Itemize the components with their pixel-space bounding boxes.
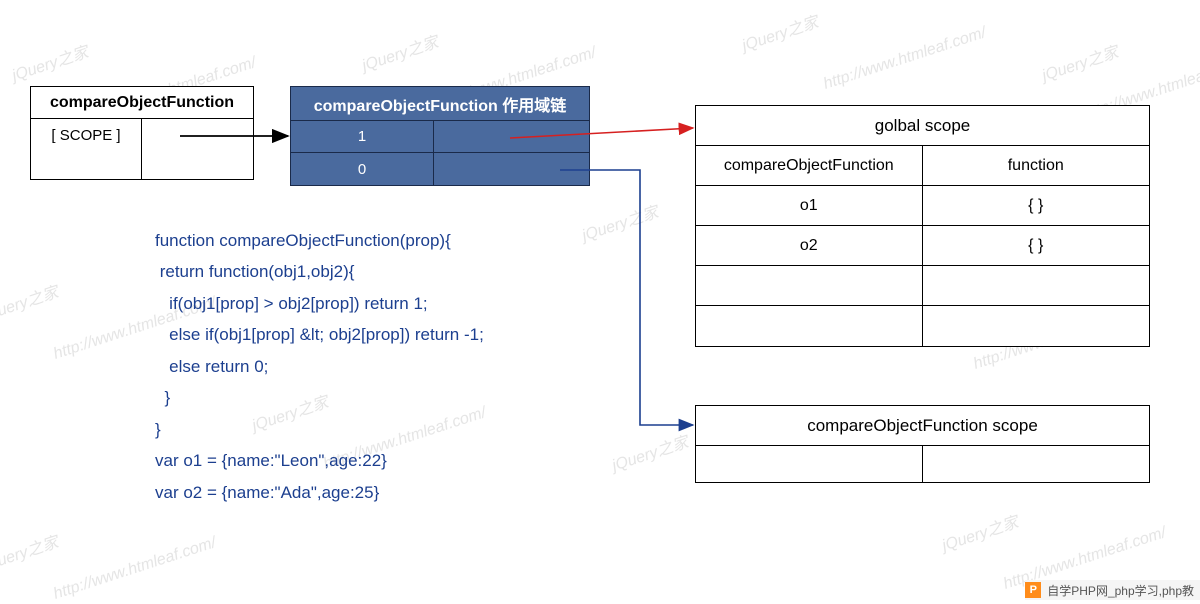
code-line: function compareObjectFunction(prop){ <box>155 225 484 256</box>
scope-chain-title: compareObjectFunction 作用域链 <box>291 87 589 121</box>
code-line: } <box>155 382 484 413</box>
footer-source: P 自学PHP网_php学习,php教 <box>1025 580 1200 600</box>
function-object-box: compareObjectFunction [ SCOPE ] <box>30 86 254 180</box>
empty-cell <box>142 151 253 179</box>
scope-chain-val <box>434 153 589 185</box>
code-line: else if(obj1[prop] &lt; obj2[prop]) retu… <box>155 319 484 350</box>
code-line: else return 0; <box>155 351 484 382</box>
code-line: var o2 = {name:"Ada",age:25} <box>155 477 484 508</box>
scope-label: [ SCOPE ] <box>31 119 142 151</box>
watermark: jQuery之家 <box>8 38 91 85</box>
footer-badge-icon: P <box>1025 582 1041 598</box>
scope-chain-index: 0 <box>291 153 434 185</box>
watermark: jQuery之家 <box>358 28 441 75</box>
code-line: return function(obj1,obj2){ <box>155 256 484 287</box>
scope-chain-val <box>434 121 589 152</box>
global-val: function <box>923 146 1150 185</box>
global-key: o1 <box>696 186 923 225</box>
watermark: jQuery之家 <box>0 528 61 575</box>
global-key <box>696 306 923 346</box>
global-key <box>696 266 923 305</box>
code-line: var o1 = {name:"Leon",age:22} <box>155 445 484 476</box>
global-key: o2 <box>696 226 923 265</box>
scope-value-cell <box>142 119 253 151</box>
local-cell <box>696 446 923 482</box>
code-block: function compareObjectFunction(prop){ re… <box>155 225 484 508</box>
watermark: jQuery之家 <box>738 8 821 55</box>
watermark: http://www.htmleaf.com/ <box>821 24 988 94</box>
scope-chain-index: 1 <box>291 121 434 152</box>
footer-text: 自学PHP网_php学习,php教 <box>1047 582 1194 599</box>
code-line: if(obj1[prop] > obj2[prop]) return 1; <box>155 288 484 319</box>
watermark: jQuery之家 <box>938 508 1021 555</box>
local-scope-title: compareObjectFunction scope <box>696 406 1149 446</box>
watermark: http://www.htmleaf.com/ <box>51 534 218 604</box>
global-val: { } <box>923 186 1150 225</box>
local-scope-box: compareObjectFunction scope <box>695 405 1150 483</box>
watermark: jQuery之家 <box>0 278 61 325</box>
watermark: jQuery之家 <box>1038 38 1121 85</box>
arrow-chain0-to-local <box>560 170 693 425</box>
local-cell <box>923 446 1150 482</box>
empty-cell <box>31 151 142 179</box>
scope-chain-box: compareObjectFunction 作用域链 1 0 <box>290 86 590 186</box>
global-key: compareObjectFunction <box>696 146 923 185</box>
watermark: jQuery之家 <box>578 198 661 245</box>
global-val: { } <box>923 226 1150 265</box>
code-line: } <box>155 414 484 445</box>
global-scope-box: golbal scope compareObjectFunctionfuncti… <box>695 105 1150 347</box>
watermark: jQuery之家 <box>608 428 691 475</box>
global-val <box>923 266 1150 305</box>
function-object-title: compareObjectFunction <box>31 87 253 119</box>
global-scope-title: golbal scope <box>696 106 1149 146</box>
global-val <box>923 306 1150 346</box>
